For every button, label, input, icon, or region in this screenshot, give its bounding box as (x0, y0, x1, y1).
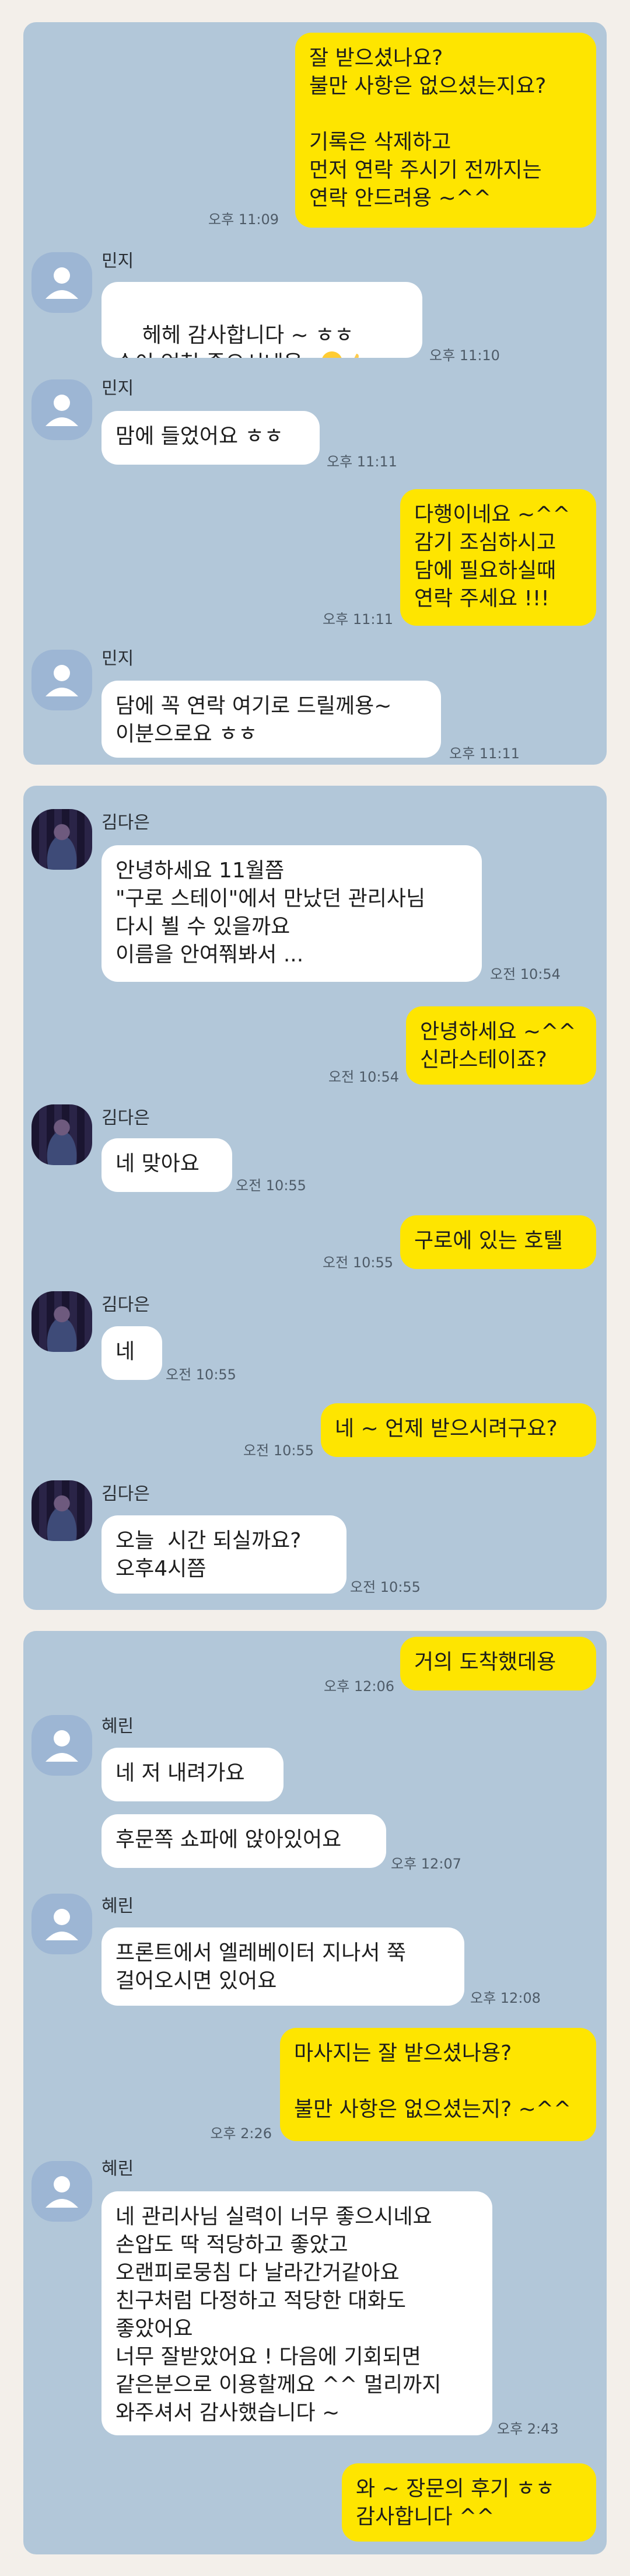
profile-photo-avatar[interactable] (32, 809, 92, 870)
default-avatar-icon[interactable] (32, 1715, 92, 1776)
message-time: 오전 10:55 (243, 1442, 314, 1459)
message-time: 오전 10:55 (350, 1579, 421, 1595)
message-time: 오전 10:54 (328, 1069, 399, 1085)
message-text: 헤헤 감사합니다 ~ ㅎㅎ 손이 엄청 좋으시네용~ (116, 323, 354, 358)
sender-name: 민지 (102, 251, 134, 271)
outgoing-message[interactable]: 거의 도착했데용 (400, 1637, 596, 1690)
sender-name: 김다은 (102, 1484, 150, 1504)
message-time: 오전 10:54 (490, 966, 561, 982)
outgoing-message[interactable]: 안녕하세요 ~^^ 신라스테이죠? (406, 1006, 596, 1085)
chat-panel-2: 김다은 안녕하세요 11월쯤 "구로 스테이"에서 만났던 관리사님 다시 뵐 … (23, 786, 607, 1610)
incoming-message[interactable]: 네 관리사님 실력이 너무 좋으시네요 손압도 딱 적당하고 좋았고 오랜피로뭉… (102, 2191, 492, 2435)
message-time: 오후 11:11 (323, 611, 393, 628)
sender-name: 혜린 (102, 1716, 134, 1737)
default-avatar-icon[interactable] (32, 252, 92, 313)
message-time: 오후 11:11 (449, 745, 520, 762)
incoming-message[interactable]: 프론트에서 엘레베이터 지나서 쭉 걸어오시면 있어요 (102, 1927, 464, 2006)
sender-name: 김다은 (102, 1295, 150, 1315)
thumbs-up-emoji-icon (344, 350, 367, 358)
incoming-message[interactable]: 맘에 들었어요 ㅎㅎ (102, 411, 320, 465)
outgoing-message[interactable]: 마사지는 잘 받으셨나용? 불만 사항은 없으셨는지? ~^^ (280, 2028, 596, 2141)
profile-photo-avatar[interactable] (32, 1104, 92, 1165)
incoming-message[interactable]: 헤헤 감사합니다 ~ ㅎㅎ 손이 엄청 좋으시네용~ (102, 282, 422, 358)
message-time: 오전 10:55 (323, 1254, 393, 1271)
message-time: 오후 11:09 (208, 211, 279, 228)
sender-name: 민지 (102, 649, 134, 669)
outgoing-message[interactable]: 네 ~ 언제 받으시려구요? (321, 1403, 596, 1457)
default-avatar-icon[interactable] (32, 2161, 92, 2222)
message-time: 오후 2:26 (210, 2125, 272, 2142)
incoming-message[interactable]: 담에 꼭 연락 여기로 드릴께용~ 이분으로요 ㅎㅎ (102, 681, 441, 758)
profile-photo-avatar[interactable] (32, 1480, 92, 1541)
outgoing-message[interactable]: 잘 받으셨나요? 불만 사항은 없으셨는지요? 기록은 삭제하고 먼저 연락 주… (295, 33, 596, 228)
winking-tongue-emoji-icon (320, 350, 344, 358)
outgoing-message[interactable]: 다행이네요 ~^^ 감기 조심하시고 담에 필요하실때 연락 주세요 !!! (400, 489, 596, 626)
message-time: 오전 10:55 (166, 1367, 236, 1383)
profile-photo-avatar[interactable] (32, 1291, 92, 1352)
message-time: 오후 11:10 (429, 347, 500, 364)
outgoing-message[interactable]: 구로에 있는 호텔 (400, 1215, 596, 1269)
incoming-message[interactable]: 네 (102, 1326, 162, 1380)
message-time: 오후 2:43 (497, 2421, 559, 2437)
sender-name: 김다은 (102, 1108, 150, 1128)
message-time: 오후 12:07 (391, 1856, 461, 1872)
chat-panel-3: 거의 도착했데용 오후 12:06 혜린 네 저 내려가요 후문쪽 쇼파에 앉아… (23, 1631, 607, 2554)
default-avatar-icon[interactable] (32, 650, 92, 710)
message-time: 오후 12:08 (470, 1990, 541, 2006)
incoming-message[interactable]: 후문쪽 쇼파에 앉아있어요 (102, 1814, 386, 1868)
incoming-message[interactable]: 네 맞아요 (102, 1138, 232, 1192)
message-time: 오후 11:11 (327, 454, 397, 470)
sender-name: 혜린 (102, 2159, 134, 2179)
sender-name: 김다은 (102, 813, 150, 833)
incoming-message[interactable]: 안녕하세요 11월쯤 "구로 스테이"에서 만났던 관리사님 다시 뵐 수 있을… (102, 845, 482, 982)
incoming-message[interactable]: 오늘 시간 되실까요? 오후4시쯤 (102, 1515, 346, 1594)
sender-name: 혜린 (102, 1896, 134, 1916)
sender-name: 민지 (102, 378, 134, 399)
chat-panel-1: 잘 받으셨나요? 불만 사항은 없으셨는지요? 기록은 삭제하고 먼저 연락 주… (23, 22, 607, 765)
outgoing-message[interactable]: 와 ~ 장문의 후기 ㅎㅎ 감사합니다 ^^ (342, 2463, 596, 2542)
message-time: 오전 10:55 (236, 1177, 306, 1194)
message-time: 오후 12:06 (324, 1678, 394, 1695)
default-avatar-icon[interactable] (32, 1894, 92, 1954)
incoming-message[interactable]: 네 저 내려가요 (102, 1748, 284, 1801)
default-avatar-icon[interactable] (32, 379, 92, 440)
